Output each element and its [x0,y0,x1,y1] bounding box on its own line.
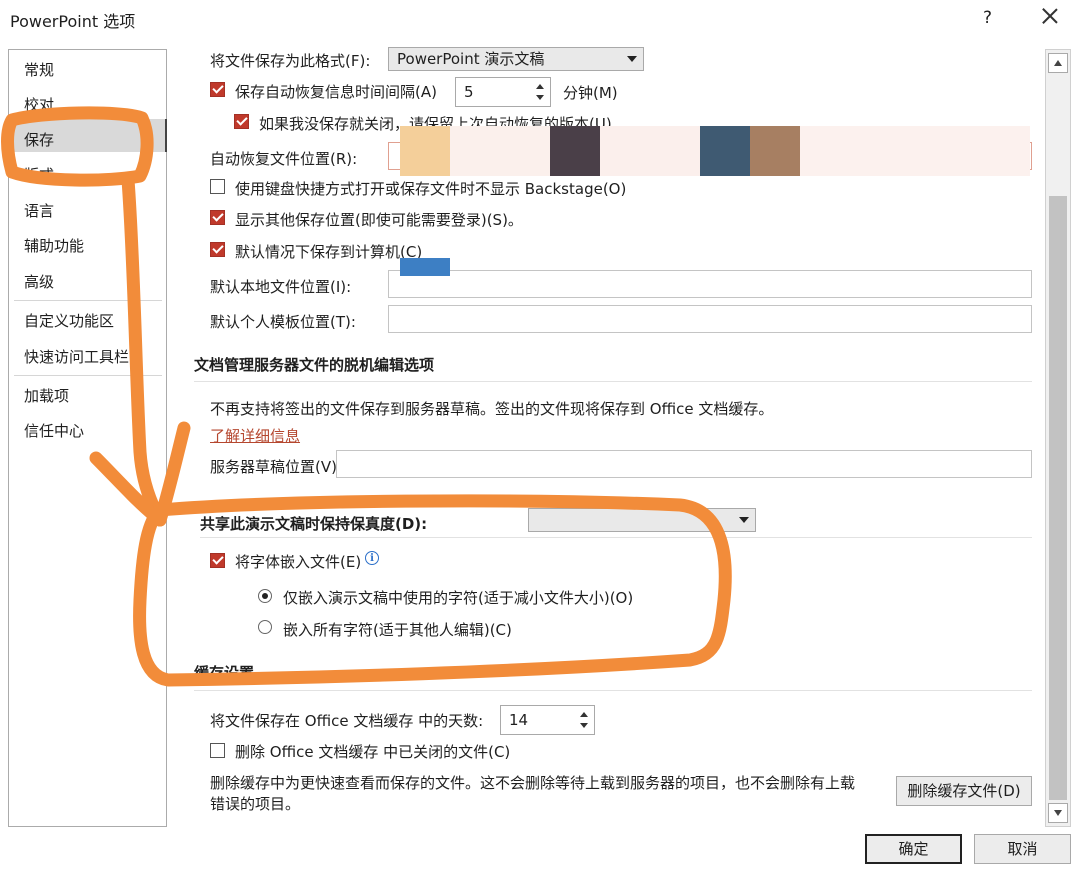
default-template-location-label: 默认个人模板位置(T): [210,313,356,331]
cache-days-value: 14 [509,711,529,729]
section-divider [200,537,1032,538]
server-drafts-location-input[interactable] [336,450,1032,478]
redaction-block [550,126,600,176]
redaction-block [750,126,800,176]
embed-fonts-checkbox[interactable] [210,553,225,568]
autorecover-minutes-value: 5 [464,83,474,101]
embed-all-chars-label: 嵌入所有字符(适于其他人编辑)(C) [283,621,512,639]
cache-days-label: 将文件保存在 Office 文档缓存 中的天数: [210,712,484,730]
sidebar-item-accessibility[interactable]: 辅助功能 [24,235,84,256]
redaction-block [600,126,700,176]
sidebar-item-customize-ribbon[interactable]: 自定义功能区 [24,310,114,331]
keep-last-version-checkbox[interactable] [234,114,249,129]
fidelity-section-heading: 共享此演示文稿时保持保真度(D): [200,515,428,533]
cache-days-stepper[interactable]: 14 [500,705,595,735]
save-to-computer-label: 默认情况下保存到计算机(C) [235,243,423,261]
delete-cache-files-button[interactable]: 删除缓存文件(D) [896,776,1032,806]
ok-button[interactable]: 确定 [865,834,962,864]
redaction-block [450,126,550,176]
sidebar-item-advanced[interactable]: 高级 [24,271,54,292]
cancel-button[interactable]: 取消 [974,834,1071,864]
save-format-label: 将文件保存为此格式(F): [210,52,371,70]
cache-note-line1: 删除缓存中为更快速查看而保存的文件。这不会删除等待上载到服务器的项目，也不会删除… [210,774,856,792]
section-divider [194,381,1032,382]
minutes-label: 分钟(M) [563,84,618,102]
cache-section-heading: 缓存设置 [194,664,255,682]
sidebar-item-layout[interactable]: 版式 [24,164,54,185]
sidebar: 常规 校对 保存 版式 语言 辅助功能 高级 自定义功能区 快速访问工具栏 加载… [8,49,167,827]
scroll-up-icon[interactable] [1048,53,1068,73]
sidebar-item-save[interactable]: 保存 [24,129,54,150]
scroll-down-icon[interactable] [1048,803,1068,823]
autorecover-label: 保存自动恢复信息时间间隔(A) [235,83,437,101]
sidebar-item-proofing[interactable]: 校对 [24,94,54,115]
info-icon[interactable]: i [365,551,379,565]
spin-up-icon[interactable] [536,84,544,89]
embed-used-chars-radio[interactable] [258,589,272,603]
sidebar-item-trust-center[interactable]: 信任中心 [24,420,84,441]
server-drafts-location-label: 服务器草稿位置(V): [210,458,343,476]
sidebar-divider [14,300,162,301]
save-format-select[interactable]: PowerPoint 演示文稿 [388,47,644,71]
fidelity-presentation-select[interactable] [528,508,756,532]
redaction-block [400,126,450,176]
autorecover-minutes-stepper[interactable]: 5 [455,77,551,107]
sidebar-item-quick-access[interactable]: 快速访问工具栏 [24,346,129,367]
save-format-value: PowerPoint 演示文稿 [397,50,545,68]
default-template-location-input[interactable] [388,305,1032,333]
section-divider [194,690,1032,691]
delete-closed-files-label: 删除 Office 文档缓存 中已关闭的文件(C) [235,743,511,761]
scroll-thumb[interactable] [1049,196,1067,800]
embed-fonts-label: 将字体嵌入文件(E) [235,553,362,571]
sidebar-item-addins[interactable]: 加载项 [24,385,69,406]
save-to-computer-checkbox[interactable] [210,242,225,257]
chevron-down-icon [627,56,637,62]
redaction-block [800,126,1030,176]
offline-section-heading: 文档管理服务器文件的脱机编辑选项 [194,356,435,374]
dialog-title: PowerPoint 选项 [10,12,136,31]
offline-description: 不再支持将签出的文件保存到服务器草稿。签出的文件现将保存到 Office 文档缓… [210,400,774,418]
sidebar-item-language[interactable]: 语言 [24,200,54,221]
spin-up-icon[interactable] [580,712,588,717]
cache-note-line2: 错误的项目。 [210,795,301,813]
redaction-block [700,126,750,176]
redaction-block [400,258,450,276]
learn-more-link[interactable]: 了解详细信息 [210,425,300,446]
help-button[interactable]: ? [983,8,992,28]
spin-down-icon[interactable] [536,95,544,100]
autorecover-location-label: 自动恢复文件位置(R): [210,150,358,168]
keyboard-shortcut-checkbox[interactable] [210,179,225,194]
autorecover-checkbox[interactable] [210,82,225,97]
show-additional-locations-label: 显示其他保存位置(即使可能需要登录)(S)。 [235,211,523,229]
default-local-location-label: 默认本地文件位置(I): [210,278,352,296]
embed-all-chars-radio[interactable] [258,620,272,634]
close-icon[interactable] [1037,4,1063,30]
keyboard-shortcut-label: 使用键盘快捷方式打开或保存文件时不显示 Backstage(O) [235,180,627,198]
default-local-location-input[interactable] [388,270,1032,298]
embed-used-chars-label: 仅嵌入演示文稿中使用的字符(适于减小文件大小)(O) [283,589,634,607]
sidebar-item-general[interactable]: 常规 [24,59,54,80]
scrollbar[interactable] [1045,49,1071,827]
delete-closed-files-checkbox[interactable] [210,743,225,758]
spin-down-icon[interactable] [580,723,588,728]
sidebar-divider [14,375,162,376]
show-additional-locations-checkbox[interactable] [210,210,225,225]
chevron-down-icon [739,517,749,523]
